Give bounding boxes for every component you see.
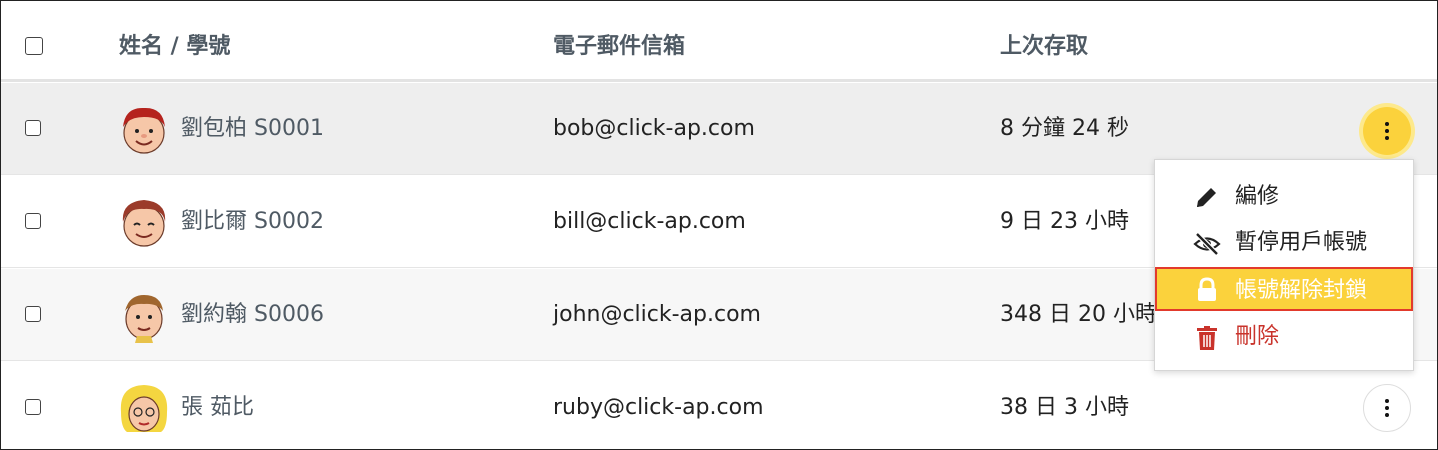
user-name-link[interactable]: 劉比爾 S0002 <box>181 176 324 268</box>
menu-item-label: 暫停用戶帳號 <box>1235 230 1368 255</box>
menu-item-label: 帳號解除封鎖 <box>1235 278 1368 303</box>
user-name-link[interactable]: 張 茹比 <box>181 362 254 449</box>
row-checkbox[interactable] <box>25 213 41 229</box>
kebab-icon <box>1385 399 1389 417</box>
menu-item-delete[interactable]: 刪除 <box>1155 315 1413 359</box>
row-checkbox[interactable] <box>25 399 41 415</box>
row-actions-menu: 編修 暫停用戶帳號 帳號解除封鎖 刪除 <box>1154 159 1414 371</box>
row-actions-button[interactable] <box>1363 107 1411 155</box>
column-header-last-access[interactable]: 上次存取 <box>1000 1 1088 79</box>
user-table: 姓名 / 學號 電子郵件信箱 上次存取 劉包柏 S0001 bob@click-… <box>0 0 1438 450</box>
row-actions-button[interactable] <box>1363 384 1411 432</box>
row-checkbox[interactable] <box>25 120 41 136</box>
user-email: ruby@click-ap.com <box>553 395 764 420</box>
lock-icon <box>1198 277 1216 301</box>
user-name-link[interactable]: 劉約翰 S0006 <box>181 269 324 361</box>
user-email: bob@click-ap.com <box>553 116 755 141</box>
menu-item-edit[interactable]: 編修 <box>1155 175 1413 219</box>
menu-item-suspend[interactable]: 暫停用戶帳號 <box>1155 221 1413 265</box>
menu-item-unlock[interactable]: 帳號解除封鎖 <box>1155 267 1413 311</box>
pencil-icon <box>1197 188 1216 207</box>
menu-item-label: 刪除 <box>1235 324 1280 349</box>
column-header-email[interactable]: 電子郵件信箱 <box>553 1 685 79</box>
last-access: 38 日 3 小時 <box>1000 395 1129 420</box>
menu-item-label: 編修 <box>1235 184 1280 209</box>
table-header: 姓名 / 學號 電子郵件信箱 上次存取 <box>1 1 1437 82</box>
row-checkbox[interactable] <box>25 306 41 322</box>
user-email: john@click-ap.com <box>553 302 761 327</box>
last-access: 9 日 23 小時 <box>1000 209 1129 234</box>
eye-slash-icon <box>1193 232 1221 256</box>
avatar <box>120 385 168 432</box>
last-access: 8 分鐘 24 秒 <box>1000 116 1129 141</box>
user-name-link[interactable]: 劉包柏 S0001 <box>181 83 324 175</box>
avatar <box>123 107 165 154</box>
kebab-icon <box>1385 122 1389 140</box>
last-access: 348 日 20 小時 <box>1000 302 1157 327</box>
avatar <box>125 295 163 343</box>
user-email: bill@click-ap.com <box>553 209 746 234</box>
column-header-name[interactable]: 姓名 / 學號 <box>119 1 230 79</box>
trash-icon <box>1197 326 1217 350</box>
avatar <box>122 200 166 247</box>
select-all-checkbox[interactable] <box>25 37 43 55</box>
table-row: 張 茹比 ruby@click-ap.com 38 日 3 小時 <box>1 362 1437 449</box>
